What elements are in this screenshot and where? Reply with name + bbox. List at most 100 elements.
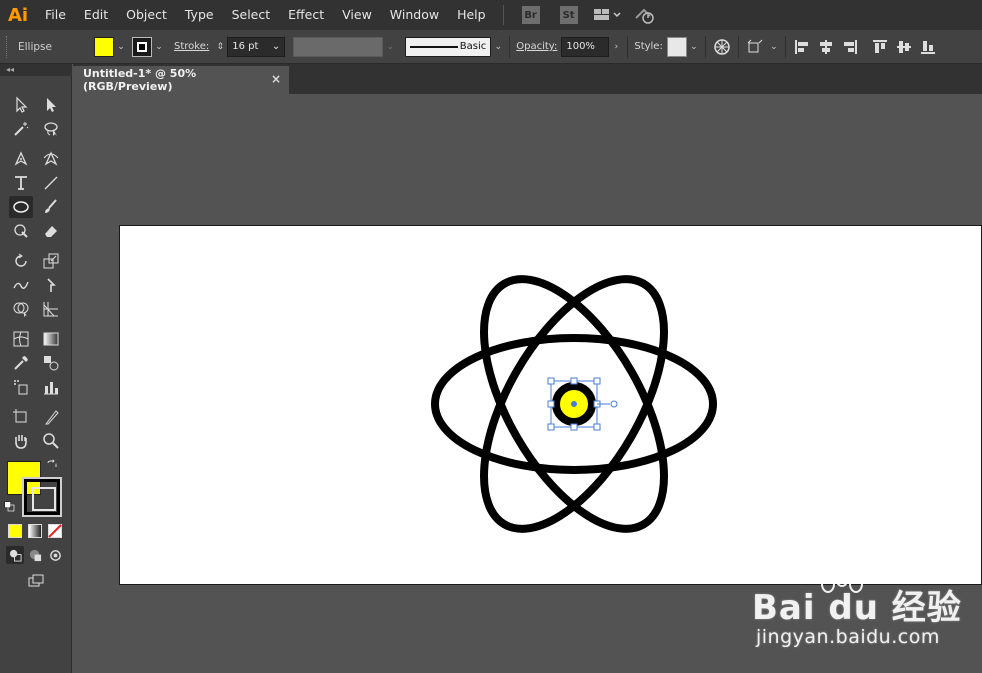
stock-button[interactable]: St [559, 6, 578, 24]
zoom-tool-icon[interactable] [39, 430, 63, 452]
document-tab-strip: Untitled-1* @ 50% (RGB/Preview) × [73, 64, 982, 94]
menu-effect[interactable]: Effect [279, 0, 333, 30]
artboard[interactable] [119, 225, 982, 585]
style-chevron-icon[interactable]: ⌄ [687, 37, 701, 57]
separator [704, 35, 706, 58]
menu-file[interactable]: File [36, 0, 75, 30]
paintbrush-tool-icon[interactable] [39, 196, 63, 218]
recolor-artwork-icon[interactable] [714, 38, 730, 55]
perspective-grid-tool-icon[interactable] [39, 298, 63, 320]
menu-window[interactable]: Window [381, 0, 448, 30]
opacity-value: 100% [566, 41, 595, 52]
stroke-weight-stepper-icon[interactable]: ⇕ [213, 37, 227, 57]
swap-fill-stroke-icon[interactable] [44, 457, 60, 473]
stroke-weight-field[interactable]: 16 pt ⌄ [227, 36, 286, 57]
eraser-tool-icon[interactable] [39, 220, 63, 242]
opacity-field[interactable]: 100% [561, 36, 610, 57]
color-mode-icon [8, 524, 22, 538]
opacity-arrow-icon[interactable]: › [609, 37, 623, 57]
control-bar: Ellipse ⌄ ⌄ Stroke: ⇕ 16 pt ⌄ ⌄ Basic ⌄ O… [0, 30, 982, 64]
default-fill-stroke-icon[interactable] [2, 499, 18, 515]
slice-tool-icon[interactable] [39, 406, 63, 428]
graphic-style-swatch[interactable] [666, 36, 687, 57]
menu-edit[interactable]: Edit [75, 0, 117, 30]
shaper-tool-icon[interactable] [9, 220, 33, 242]
atom-artwork[interactable] [120, 226, 982, 586]
stroke-color-swatch[interactable] [132, 36, 152, 57]
symbol-sprayer-tool-icon[interactable] [9, 376, 33, 398]
fill-dropdown-chevron-icon[interactable]: ⌄ [114, 37, 128, 57]
draw-behind-icon[interactable] [26, 546, 44, 564]
hand-tool-icon[interactable] [9, 430, 33, 452]
menu-view[interactable]: View [333, 0, 381, 30]
gpu-performance-icon[interactable] [634, 6, 656, 24]
watermark-brand: Bai du 经验 [752, 588, 962, 628]
brush-definition-value: Basic [459, 41, 487, 52]
close-tab-icon[interactable]: × [271, 72, 281, 86]
stroke-dropdown-chevron-icon[interactable]: ⌄ [152, 37, 166, 57]
line-segment-tool-icon[interactable] [39, 172, 63, 194]
separator [509, 35, 511, 58]
selection-tool-icon[interactable] [9, 94, 33, 116]
menu-object[interactable]: Object [117, 0, 176, 30]
align-left-icon[interactable] [794, 39, 810, 55]
lasso-tool-icon[interactable] [39, 118, 63, 140]
gradient-mode-button[interactable] [26, 522, 44, 540]
transform-chevron-icon[interactable]: ⌄ [767, 37, 781, 57]
align-horizontal-center-icon[interactable] [818, 39, 834, 55]
align-top-icon[interactable] [872, 39, 888, 55]
align-right-icon[interactable] [842, 39, 858, 55]
direct-selection-tool-icon[interactable] [39, 94, 63, 116]
type-tool-icon[interactable] [9, 172, 33, 194]
document-tab[interactable]: Untitled-1* @ 50% (RGB/Preview) × [73, 66, 289, 94]
separator [784, 35, 786, 58]
app-logo: Ai [7, 4, 29, 26]
panel-grip[interactable] [6, 35, 10, 58]
gradient-tool-icon[interactable] [39, 328, 63, 350]
mesh-tool-icon[interactable] [9, 328, 33, 350]
rotate-tool-icon[interactable] [9, 250, 33, 272]
stroke-weight-chevron-icon[interactable]: ⌄ [272, 41, 280, 52]
puppet-warp-tool-icon[interactable] [39, 274, 63, 296]
magic-wand-tool-icon[interactable] [9, 118, 33, 140]
shape-builder-tool-icon[interactable] [9, 298, 33, 320]
brush-line-icon [410, 45, 459, 48]
ellipse-tool-icon[interactable] [9, 196, 33, 218]
draw-inside-icon[interactable] [46, 546, 64, 564]
opacity-label[interactable]: Opacity: [516, 41, 557, 52]
none-mode-button[interactable] [46, 522, 64, 540]
menu-help[interactable]: Help [448, 0, 495, 30]
align-bottom-icon[interactable] [920, 39, 936, 55]
color-mode-button[interactable] [6, 522, 24, 540]
align-vertical-center-icon[interactable] [896, 39, 912, 55]
artboard-tool-icon[interactable] [9, 406, 33, 428]
pen-tool-icon[interactable] [9, 148, 33, 170]
watermark-url: jingyan.baidu.com [756, 626, 940, 648]
tools-panel [0, 76, 72, 673]
fill-color-swatch[interactable] [94, 36, 114, 57]
column-graph-tool-icon[interactable] [39, 376, 63, 398]
eyedropper-tool-icon[interactable] [9, 352, 33, 374]
bridge-button[interactable]: Br [521, 6, 540, 24]
scale-tool-icon[interactable] [39, 250, 63, 272]
brush-chevron-icon[interactable]: ⌄ [491, 37, 505, 57]
arrange-documents-icon[interactable] [593, 8, 622, 22]
menu-type[interactable]: Type [176, 0, 223, 30]
toolbar-collapse-button[interactable]: ◂◂ [0, 64, 72, 76]
blend-tool-icon[interactable] [39, 352, 63, 374]
warp-tool-icon[interactable] [9, 274, 33, 296]
screen-mode-icon[interactable] [24, 570, 48, 592]
variable-width-profile[interactable] [293, 36, 384, 57]
stroke-label[interactable]: Stroke: [174, 41, 209, 52]
draw-normal-icon[interactable] [6, 546, 24, 564]
menu-select[interactable]: Select [223, 0, 280, 30]
curvature-tool-icon[interactable] [39, 148, 63, 170]
transform-icon[interactable] [747, 39, 763, 55]
variable-width-chevron-icon[interactable]: ⌄ [383, 37, 397, 57]
stroke-swatch[interactable] [22, 477, 62, 517]
document-tab-title: Untitled-1* @ 50% (RGB/Preview) [83, 67, 197, 93]
menu-bar: Ai File Edit Object Type Select Effect V… [0, 0, 982, 30]
style-label: Style: [634, 41, 663, 52]
brush-definition-field[interactable]: Basic [405, 36, 492, 57]
separator [627, 35, 629, 58]
